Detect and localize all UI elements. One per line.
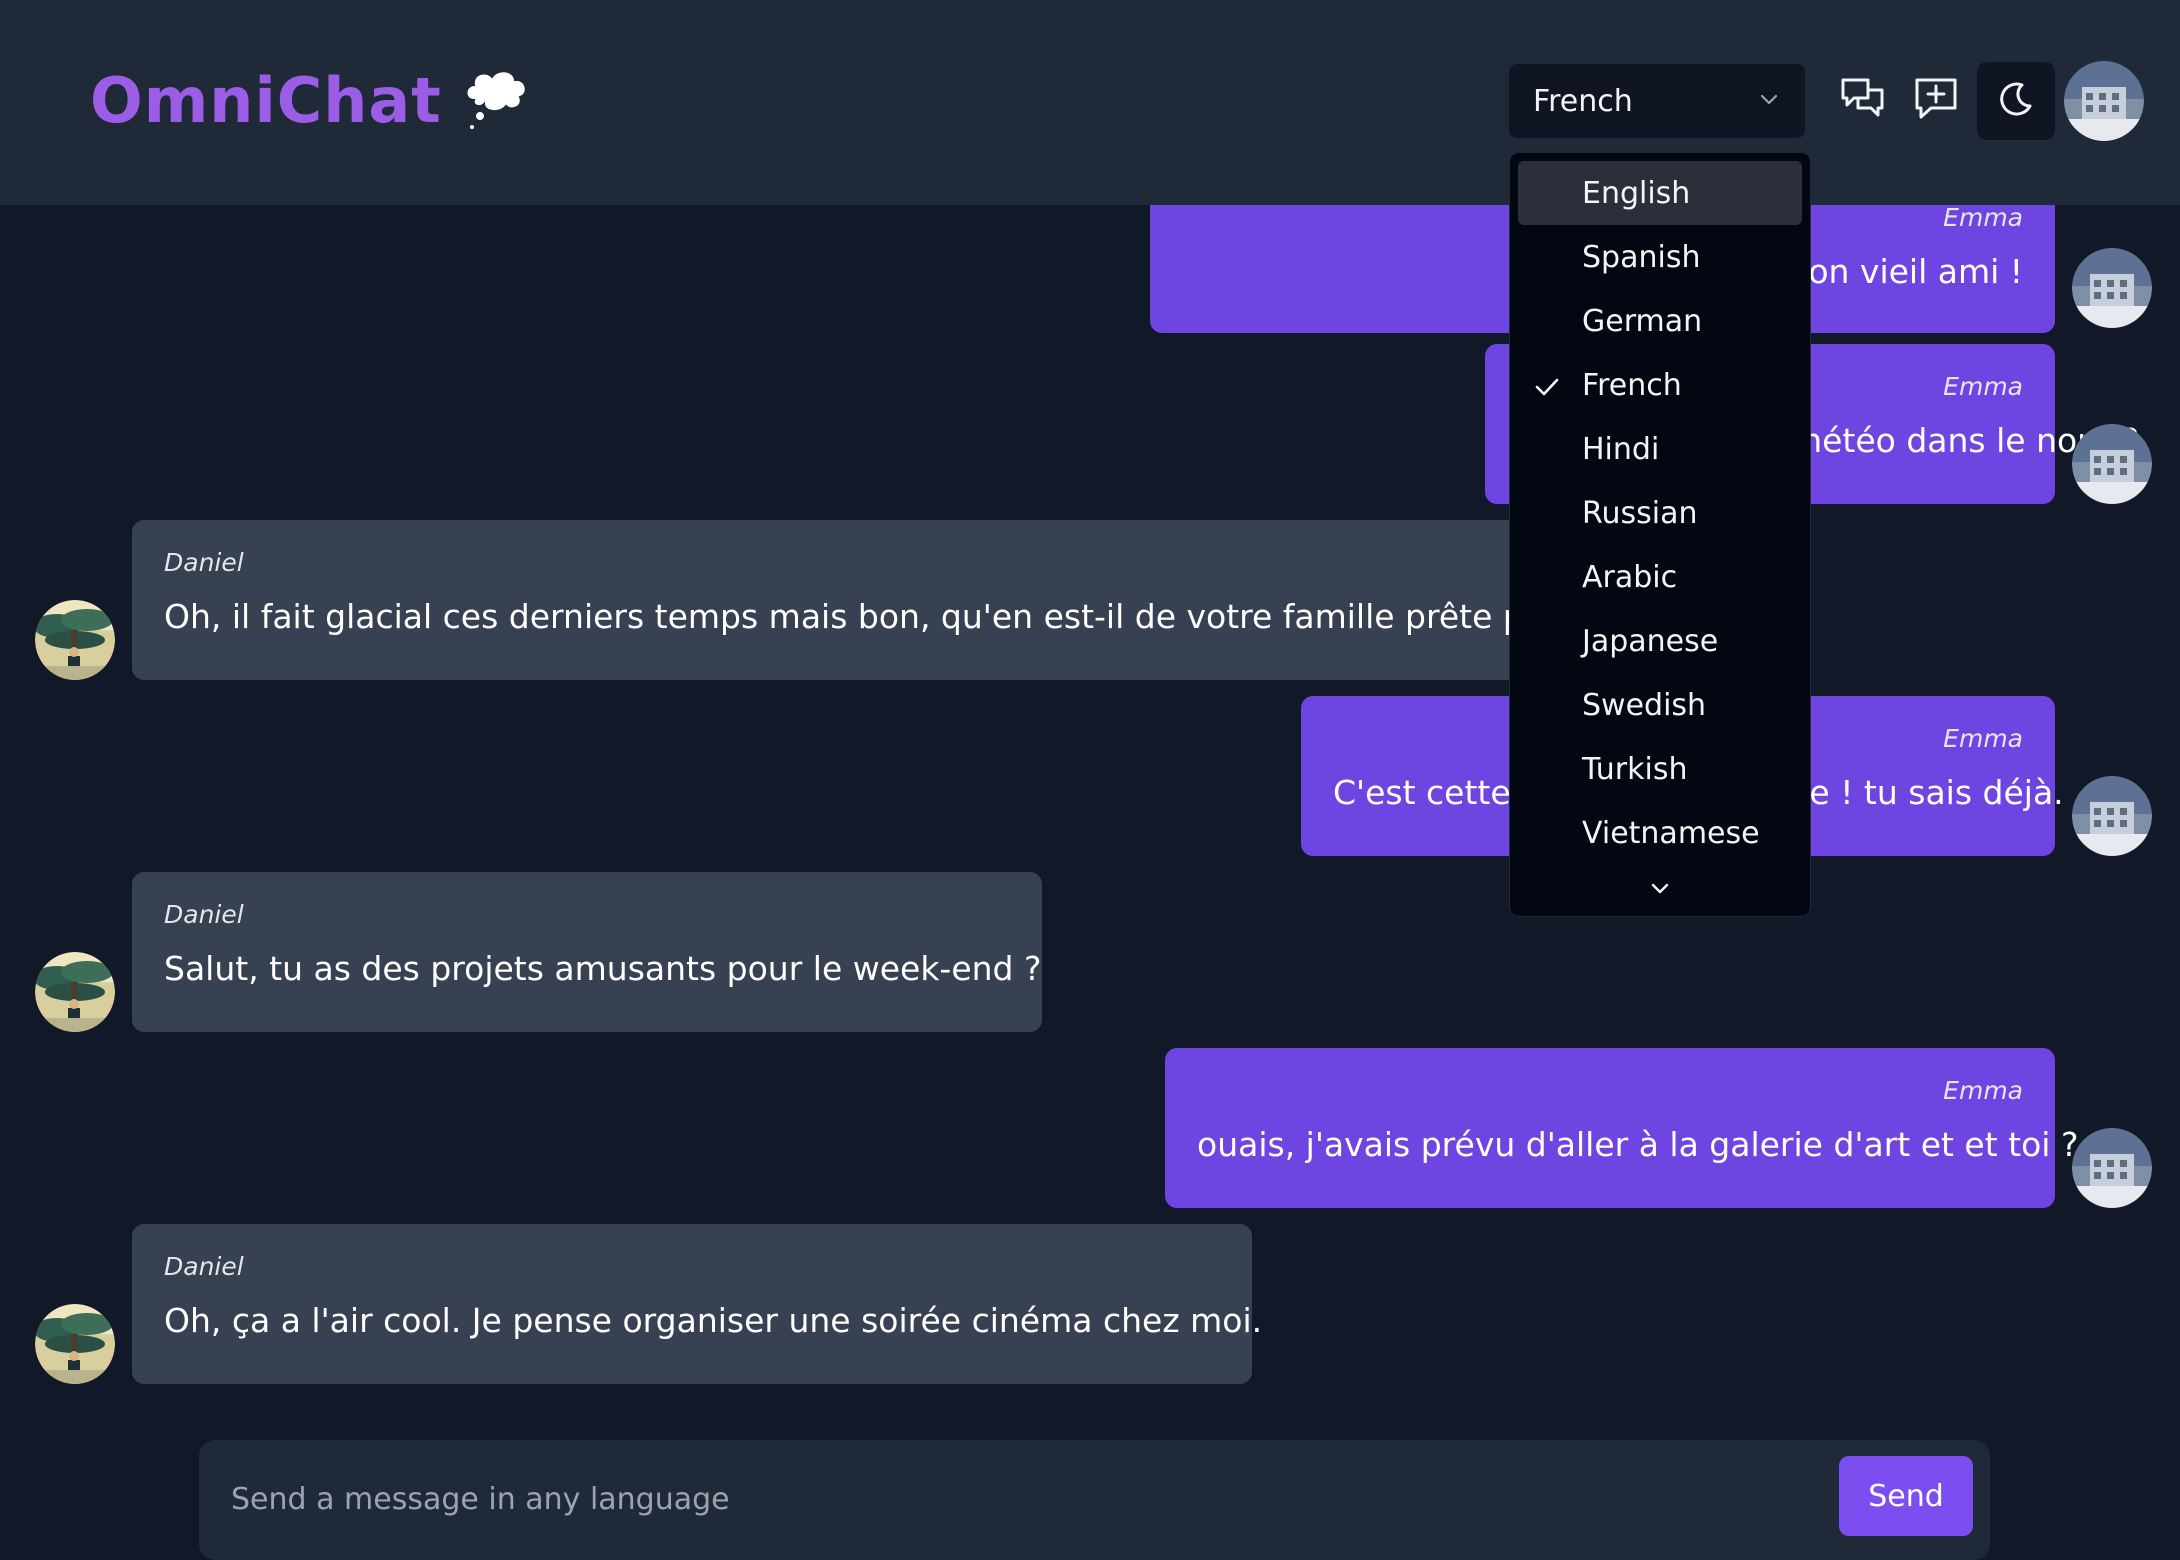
language-option-label: English bbox=[1582, 175, 1691, 211]
language-option-french[interactable]: French bbox=[1518, 353, 1802, 417]
language-option-spanish[interactable]: Spanish bbox=[1518, 225, 1802, 289]
language-option-russian[interactable]: Russian bbox=[1518, 481, 1802, 545]
message-composer: Send bbox=[199, 1440, 1990, 1560]
avatar bbox=[35, 1304, 115, 1384]
language-option-label: Spanish bbox=[1582, 239, 1701, 275]
message-list: Emma Bonjour mon vieil ami ! Emma Commen… bbox=[0, 205, 2180, 1435]
check-icon bbox=[1534, 373, 1560, 399]
language-option-label: German bbox=[1582, 303, 1703, 339]
moon-icon bbox=[1996, 79, 2036, 123]
language-option-label: Arabic bbox=[1582, 559, 1678, 595]
language-dropdown-menu: English Spanish German French Hindi Russ… bbox=[1509, 152, 1811, 917]
language-option-turkish[interactable]: Turkish bbox=[1518, 737, 1802, 801]
message-bubble-incoming: Daniel Oh, il fait glacial ces derniers … bbox=[132, 520, 1632, 680]
language-option-arabic[interactable]: Arabic bbox=[1518, 545, 1802, 609]
avatar bbox=[2072, 424, 2152, 504]
new-chat-button[interactable] bbox=[1905, 70, 1967, 132]
language-option-label: Russian bbox=[1582, 495, 1698, 531]
message-bubble-outgoing: Emma ouais, j'avais prévu d'aller à la g… bbox=[1165, 1048, 2079, 1208]
language-option-label: Hindi bbox=[1582, 431, 1660, 467]
chevron-down-icon bbox=[1757, 87, 1781, 115]
avatar bbox=[2072, 248, 2152, 328]
chats-button[interactable] bbox=[1832, 70, 1894, 132]
theme-toggle-button[interactable] bbox=[1977, 62, 2055, 140]
message-bubble-incoming: Daniel Oh, ça a l'air cool. Je pense org… bbox=[132, 1224, 1263, 1384]
language-option-hindi[interactable]: Hindi bbox=[1518, 417, 1802, 481]
message-sender: Daniel bbox=[164, 900, 244, 929]
app-header: OmniChat French bbox=[0, 0, 2180, 205]
language-option-english[interactable]: English bbox=[1518, 161, 1802, 225]
language-option-label: Turkish bbox=[1582, 751, 1688, 787]
user-avatar[interactable] bbox=[2064, 61, 2144, 141]
language-option-label: Swedish bbox=[1582, 687, 1707, 723]
language-option-german[interactable]: German bbox=[1518, 289, 1802, 353]
avatar bbox=[35, 952, 115, 1032]
language-option-swedish[interactable]: Swedish bbox=[1518, 673, 1802, 737]
dropdown-scroll-down[interactable] bbox=[1510, 875, 1810, 905]
avatar bbox=[2072, 1128, 2152, 1208]
app-logo-text: OmniChat bbox=[90, 63, 442, 137]
message-sender: Daniel bbox=[164, 1252, 244, 1281]
message-text: Oh, ça a l'air cool. Je pense organiser … bbox=[164, 1301, 1263, 1340]
language-option-japanese[interactable]: Japanese bbox=[1518, 609, 1802, 673]
chat-bubbles-icon bbox=[1838, 74, 1888, 128]
language-option-label: Vietnamese bbox=[1582, 815, 1760, 851]
thought-bubble-icon bbox=[460, 64, 532, 136]
send-button[interactable]: Send bbox=[1839, 1456, 1973, 1536]
message-sender: Emma bbox=[1943, 1076, 2023, 1105]
message-text: Oh, il fait glacial ces derniers temps m… bbox=[164, 597, 1579, 636]
language-option-label: Japanese bbox=[1582, 623, 1719, 659]
message-text: ouais, j'avais prévu d'aller à la galeri… bbox=[1197, 1125, 2079, 1164]
message-text: Salut, tu as des projets amusants pour l… bbox=[164, 949, 1042, 988]
message-sender: Daniel bbox=[164, 548, 244, 577]
message-bubble-incoming: Daniel Salut, tu as des projets amusants… bbox=[132, 872, 1042, 1032]
language-select-value: French bbox=[1533, 83, 1633, 119]
brand[interactable]: OmniChat bbox=[90, 60, 532, 140]
language-option-label: French bbox=[1582, 367, 1682, 403]
message-input[interactable] bbox=[229, 1468, 1733, 1530]
language-option-vietnamese[interactable]: Vietnamese bbox=[1518, 801, 1802, 865]
avatar bbox=[2072, 776, 2152, 856]
message-plus-icon bbox=[1911, 74, 1961, 128]
chevron-down-icon bbox=[1647, 875, 1673, 905]
language-select[interactable]: French bbox=[1509, 64, 1805, 138]
avatar bbox=[35, 600, 115, 680]
